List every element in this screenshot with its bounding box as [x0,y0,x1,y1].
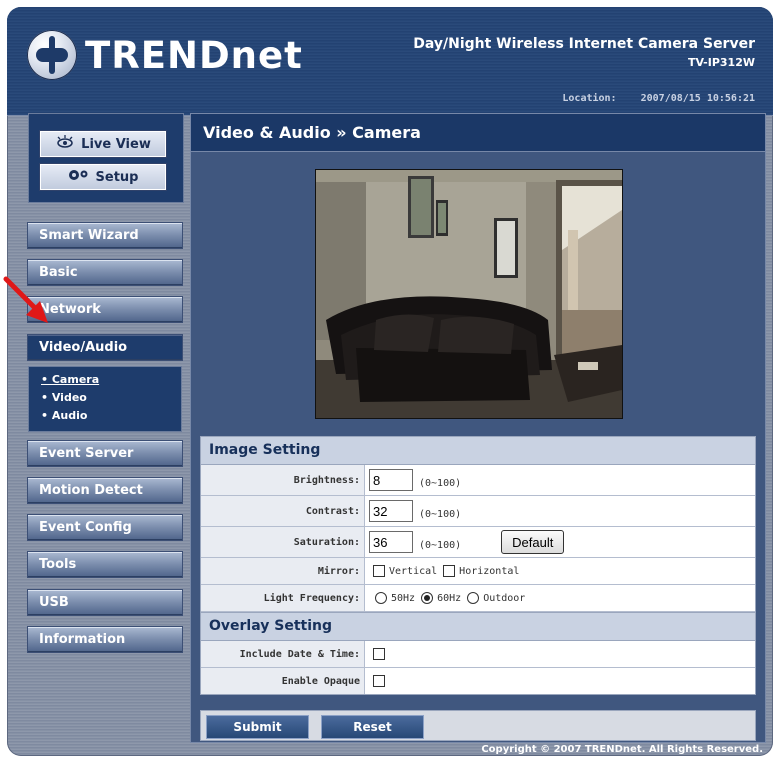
live-view-label: Live View [81,136,151,152]
datetime-display: 2007/08/15 10:56:21 [640,93,755,104]
camera-scene-image [316,170,622,418]
mirror-row: Mirror: Vertical Horizontal [201,558,755,585]
menu-motion-detect[interactable]: Motion Detect [28,478,182,503]
freq-60hz-label: 60Hz [437,592,462,604]
page-title: Video & Audio » Camera [191,114,765,152]
menu-event-config[interactable]: Event Config [28,515,182,540]
menu-usb[interactable]: USB [28,590,182,615]
menu-network[interactable]: Network [28,297,182,322]
enable-opaque-checkbox[interactable] [373,675,385,687]
include-date-checkbox[interactable] [373,648,385,660]
mirror-horizontal-checkbox[interactable] [443,565,456,577]
freq-outdoor-radio[interactable] [467,592,480,604]
copyright: Copyright © 2007 TRENDnet. All Rights Re… [481,744,763,755]
trendnet-logo-icon [27,30,77,80]
mirror-label: Mirror: [201,558,365,584]
live-view-button[interactable]: Live View [40,131,166,157]
product-title: Day/Night Wireless Internet Camera Serve… [413,36,755,52]
freq-60hz-radio[interactable] [421,592,434,604]
contrast-label: Contrast: [201,496,365,526]
saturation-label: Saturation: [201,527,365,557]
reset-button[interactable]: Reset [321,715,424,739]
menu-tools[interactable]: Tools [28,552,182,577]
app-frame: TRENDnet Day/Night Wireless Internet Cam… [7,7,773,756]
freq-50hz-label: 50Hz [391,592,416,604]
settings-table: Image Setting Brightness: (0~100) Contra… [200,436,756,695]
submit-button[interactable]: Submit [206,715,309,739]
menu-event-server[interactable]: Event Server [28,441,182,466]
location-bar: Location: 2007/08/15 10:56:21 [544,93,755,104]
image-setting-heading: Image Setting [201,437,755,465]
header: TRENDnet Day/Night Wireless Internet Cam… [7,7,773,116]
action-bar: Submit Reset [200,710,756,741]
eye-icon [55,135,75,153]
submenu-audio[interactable]: • Audio [41,407,181,425]
product-model: TV-IP312W [687,56,755,69]
location-label: Location: [562,93,617,104]
brand-name: TRENDnet [85,33,303,77]
contrast-range: (0~100) [419,508,462,520]
overlay-setting-heading: Overlay Setting [201,612,755,641]
setup-label: Setup [95,169,139,185]
top-nav-box: Live View Setup [28,113,184,203]
setup-button[interactable]: Setup [40,164,166,190]
submenu-video[interactable]: • Video [41,389,181,407]
camera-preview [315,169,623,419]
saturation-input[interactable] [369,531,413,553]
freq-outdoor-label: Outdoor [483,592,526,604]
menu-information[interactable]: Information [28,627,182,652]
mirror-horizontal-label: Horizontal [459,565,520,577]
menu-basic[interactable]: Basic [28,260,182,285]
enable-opaque-label: Enable Opaque [201,668,365,694]
brightness-range: (0~100) [419,477,462,489]
brightness-label: Brightness: [201,465,365,495]
default-button[interactable]: Default [501,530,565,554]
video-audio-submenu: • Camera • Video • Audio [28,366,182,432]
mirror-vertical-label: Vertical [389,565,438,577]
light-frequency-label: Light Frequency: [201,585,365,611]
main-panel: Video & Audio » Camera Image Setting Bri… [190,113,766,743]
menu-video-audio[interactable]: Video/Audio [28,335,182,360]
brightness-input[interactable] [369,469,413,491]
menu-smart-wizard[interactable]: Smart Wizard [28,223,182,248]
include-date-row: Include Date & Time: [201,641,755,668]
saturation-row: Saturation: (0~100) Default [201,527,755,558]
light-frequency-row: Light Frequency: 50Hz 60Hz Outdoor [201,585,755,612]
gears-icon [68,168,90,186]
brightness-row: Brightness: (0~100) [201,465,755,496]
saturation-range: (0~100) [419,539,462,551]
contrast-input[interactable] [369,500,413,522]
submenu-camera[interactable]: • Camera [41,371,181,389]
freq-50hz-radio[interactable] [375,592,387,604]
enable-opaque-row: Enable Opaque [201,668,755,694]
mirror-vertical-checkbox[interactable] [373,565,385,577]
contrast-row: Contrast: (0~100) [201,496,755,527]
include-date-label: Include Date & Time: [201,641,365,667]
trendnet-logo: TRENDnet [27,27,303,83]
